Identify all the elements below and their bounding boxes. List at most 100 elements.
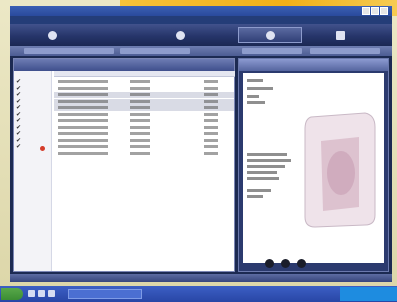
close-button[interactable]: [380, 7, 388, 15]
track-value: [204, 99, 218, 103]
track-value: [204, 119, 218, 122]
detail-line: [247, 159, 291, 162]
library-header: [14, 59, 234, 71]
track-checkbox[interactable]: ✔: [16, 118, 23, 124]
track-title: [58, 125, 108, 129]
track-title: [58, 119, 108, 122]
track-time: [130, 99, 150, 103]
track-title: [58, 106, 108, 109]
track-checkbox[interactable]: ✔: [16, 86, 23, 92]
detail-line: [247, 177, 279, 180]
nav-item-3[interactable]: [310, 27, 370, 43]
track-title: [58, 93, 108, 96]
taskbar: [0, 286, 397, 302]
track-checkbox[interactable]: ✔: [16, 112, 23, 118]
track-time: [130, 106, 150, 109]
track-value: [204, 80, 218, 83]
track-time: [130, 112, 150, 116]
track-title: [58, 112, 108, 116]
track-time: [130, 138, 150, 142]
track-row[interactable]: [54, 92, 234, 98]
minimize-button[interactable]: [362, 7, 370, 15]
track-row[interactable]: [54, 98, 234, 105]
track-row[interactable]: [54, 112, 234, 118]
track-row[interactable]: [54, 131, 234, 137]
track-time: [130, 86, 150, 90]
toolbar: [10, 46, 392, 56]
system-tray[interactable]: [340, 287, 397, 301]
track-row[interactable]: [54, 118, 234, 124]
track-title: [58, 138, 108, 142]
track-checkbox[interactable]: ✔: [16, 99, 23, 105]
track-time: [130, 125, 150, 129]
column-headers[interactable]: [54, 71, 235, 77]
track-row[interactable]: [54, 86, 234, 92]
start-button[interactable]: [1, 288, 23, 300]
track-value: [204, 151, 218, 155]
detail-line: [247, 171, 277, 174]
next-icon[interactable]: [297, 259, 306, 268]
quick-launch-icon[interactable]: [38, 290, 45, 297]
detail-line: [247, 101, 265, 104]
desktop: ✔ ✔ ✔ ✔ ✔ ✔ ✔ ✔ ✔ ✔ ✔: [0, 0, 397, 302]
nav-item-2[interactable]: [238, 27, 302, 43]
detail-line: [247, 189, 271, 192]
track-title: [58, 132, 108, 135]
nav-item-0[interactable]: [22, 27, 82, 43]
track-row[interactable]: [54, 79, 234, 85]
track-value: [204, 145, 218, 148]
maximize-button[interactable]: [371, 7, 379, 15]
main-navigation: [10, 24, 392, 46]
media-app: ✔ ✔ ✔ ✔ ✔ ✔ ✔ ✔ ✔ ✔ ✔: [10, 24, 392, 282]
details-panel: [238, 58, 389, 272]
track-checkbox[interactable]: ✔: [16, 144, 23, 150]
previous-icon[interactable]: [265, 259, 274, 268]
track-details: [243, 73, 384, 268]
quick-launch-icon[interactable]: [48, 290, 55, 297]
detail-line: [247, 153, 287, 156]
disc-icon: [175, 30, 185, 40]
detail-line: [247, 95, 259, 98]
now-playing-marker: [40, 146, 45, 151]
track-row[interactable]: [54, 144, 234, 150]
detail-line: [247, 79, 263, 82]
track-row[interactable]: [54, 105, 234, 111]
details-header: [239, 59, 388, 71]
quick-launch-icon[interactable]: [28, 290, 35, 297]
track-time: [130, 145, 150, 148]
track-checkbox[interactable]: ✔: [16, 105, 23, 111]
track-value: [204, 125, 218, 129]
window-titlebar[interactable]: [10, 6, 392, 16]
track-row[interactable]: [54, 125, 234, 131]
track-checkbox[interactable]: ✔: [16, 79, 23, 85]
track-checkbox[interactable]: ✔: [16, 138, 23, 144]
nav-item-1[interactable]: [150, 27, 210, 43]
track-value: [204, 132, 218, 135]
taskbar-task-media-app[interactable]: [68, 289, 142, 299]
toolbar-control[interactable]: [120, 48, 190, 54]
track-time: [130, 93, 150, 96]
track-title: [58, 86, 108, 90]
track-checkbox[interactable]: ✔: [16, 125, 23, 131]
toolbar-control[interactable]: [310, 48, 380, 54]
track-value: [204, 138, 218, 142]
track-title: [58, 145, 108, 148]
toolbar-control[interactable]: [24, 48, 114, 54]
track-time: [130, 132, 150, 135]
home-icon: [47, 30, 57, 40]
track-value: [204, 93, 218, 96]
track-checkbox[interactable]: ✔: [16, 92, 23, 98]
track-title: [58, 99, 108, 103]
play-icon[interactable]: [281, 259, 290, 268]
track-time: [130, 119, 150, 122]
menu-bar: [10, 16, 392, 24]
device-icon: [335, 30, 345, 40]
detail-line: [247, 195, 263, 198]
toolbar-control[interactable]: [242, 48, 302, 54]
device-artwork: [304, 112, 376, 228]
track-row[interactable]: [54, 138, 234, 144]
track-time: [130, 80, 150, 83]
track-row[interactable]: [54, 151, 234, 157]
detail-line: [247, 165, 285, 168]
track-checkbox[interactable]: ✔: [16, 131, 23, 137]
